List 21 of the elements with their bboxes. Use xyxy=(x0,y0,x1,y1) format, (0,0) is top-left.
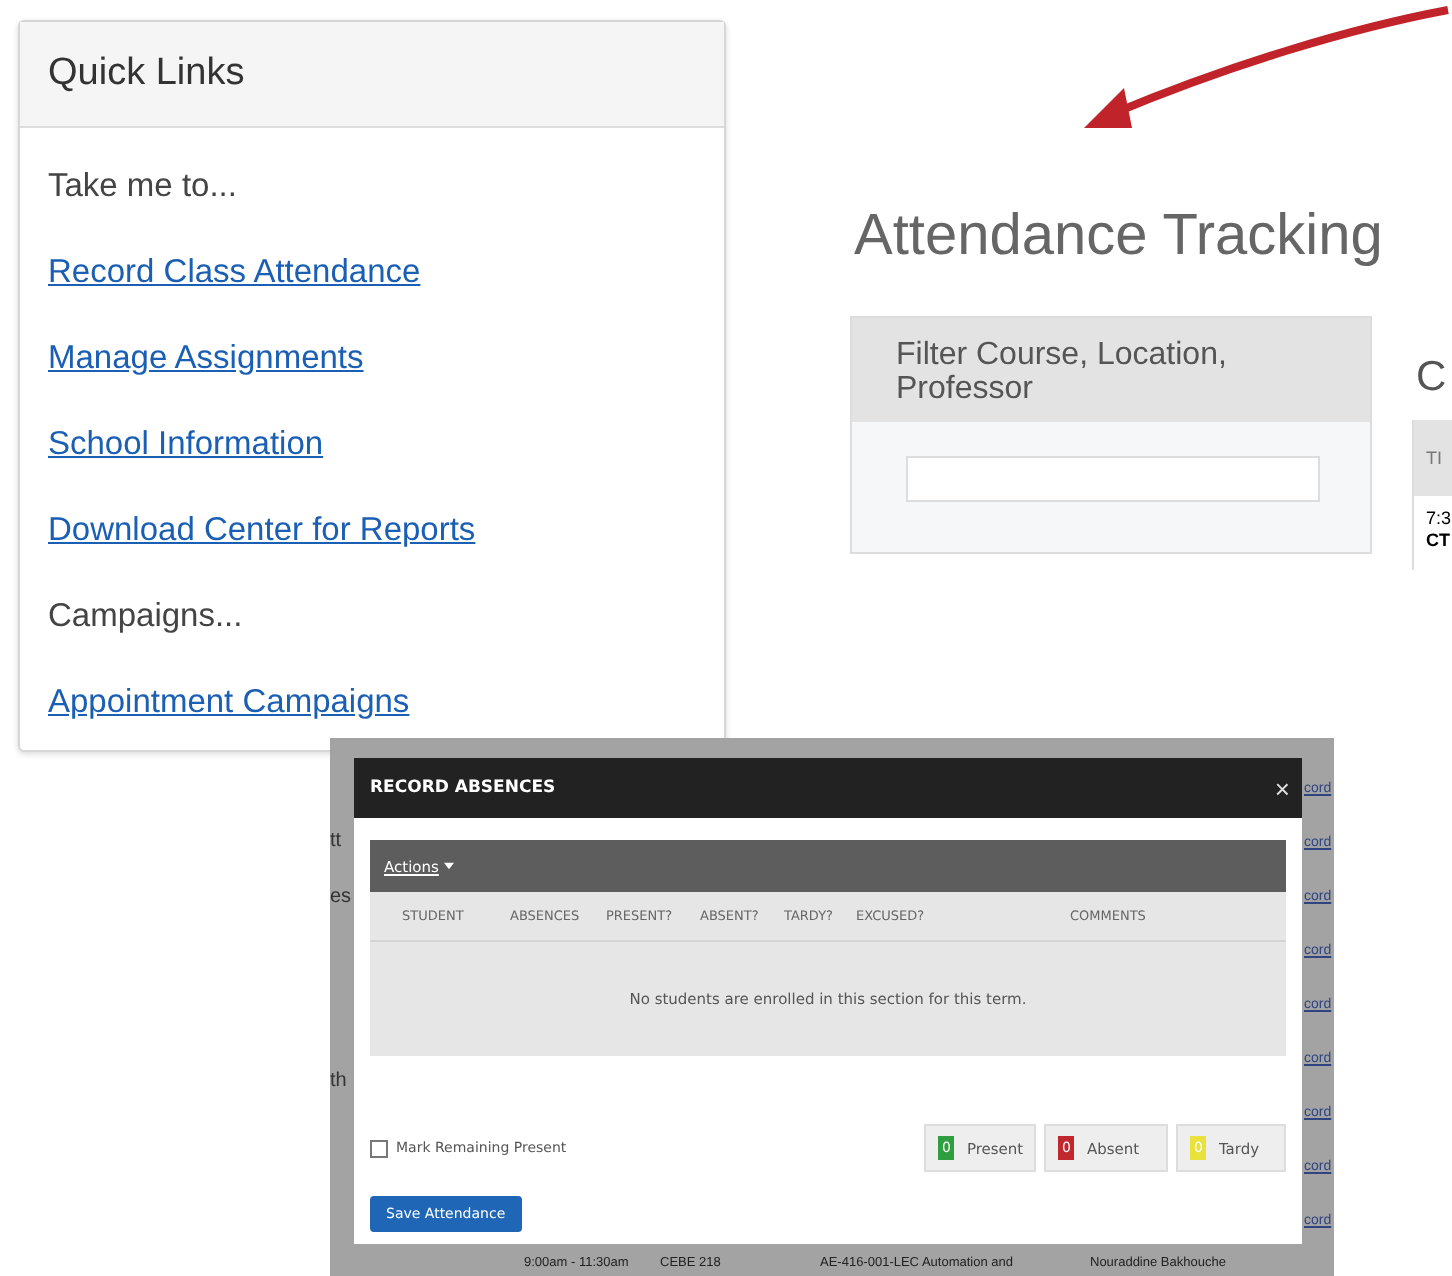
dialog-title: RECORD ABSENCES xyxy=(370,778,556,798)
quick-link[interactable]: School Information xyxy=(48,422,324,468)
close-button[interactable]: × xyxy=(1274,773,1290,803)
page-title: Attendance Tracking xyxy=(854,204,1383,270)
table-cell: 7:3 xyxy=(1426,508,1452,530)
quick-link[interactable]: Manage Assignments xyxy=(48,336,364,382)
table-cell: CT xyxy=(1426,530,1452,552)
quick-link[interactable]: Download Center for Reports xyxy=(48,508,476,554)
panel-title: Filter Course, Location, Professor xyxy=(896,338,1227,406)
section-title: C xyxy=(1416,354,1447,402)
page-text: th xyxy=(330,1070,347,1092)
card-title: Quick Links xyxy=(48,52,245,96)
page-text: tt xyxy=(330,830,342,852)
page-text: es xyxy=(330,886,352,908)
quick-link[interactable]: Appointment Campaigns xyxy=(48,680,410,726)
filter-field[interactable] xyxy=(906,456,1320,502)
link-group-label: Take me to... xyxy=(48,166,237,208)
column-header: TI xyxy=(1426,448,1442,468)
quick-link[interactable]: Record Class Attendance xyxy=(48,250,421,296)
caret-icon xyxy=(444,862,455,870)
link-group-label: Campaigns... xyxy=(48,596,243,638)
